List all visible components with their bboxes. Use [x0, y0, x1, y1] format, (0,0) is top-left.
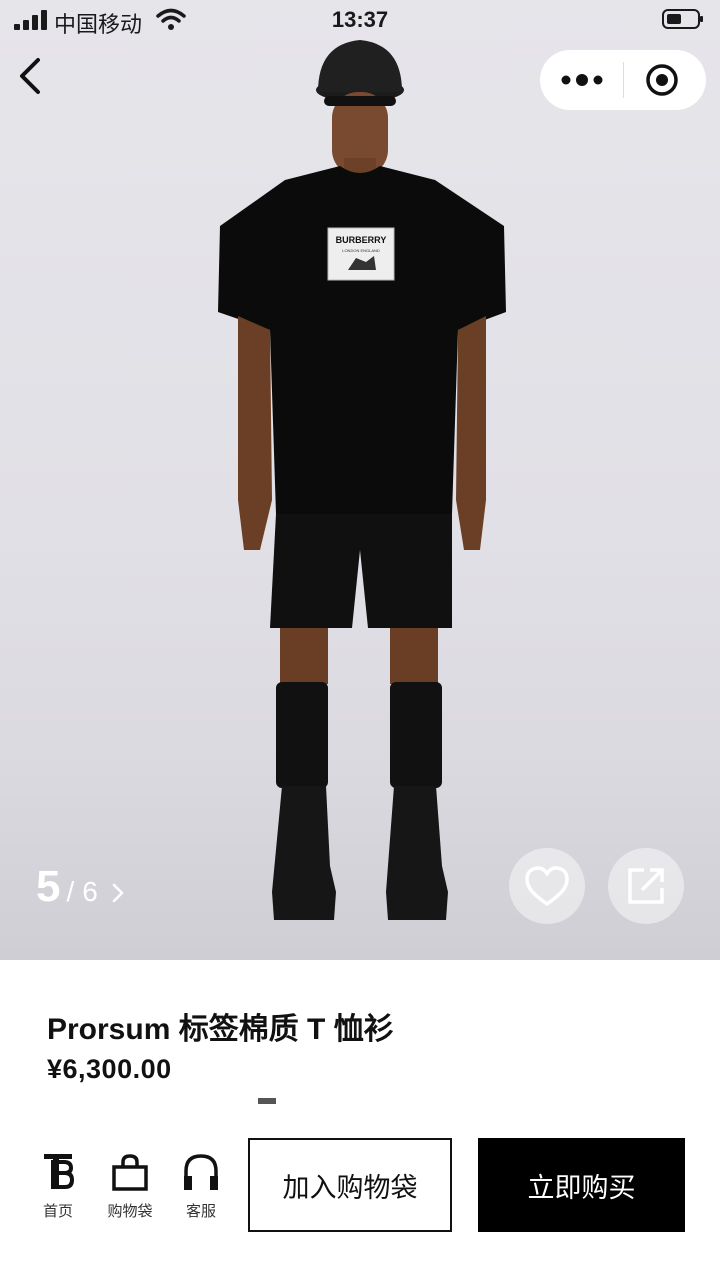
more-dots-icon[interactable] [558, 68, 606, 92]
bag-label: 购物袋 [107, 1203, 153, 1220]
mini-program-capsule [540, 50, 706, 110]
capsule-divider [623, 62, 624, 98]
target-circle-icon[interactable] [644, 62, 680, 98]
status-time: 13:37 [331, 7, 389, 32]
scroll-hint [258, 1098, 276, 1104]
battery-icon [662, 9, 703, 29]
product-price: ¥6,300.00 [47, 1054, 172, 1084]
service-tab[interactable]: 客服 [161, 1152, 241, 1221]
product-image-gallery[interactable]: BURBERRY LONDON ENGLAND 中国移动 13:37 5 / 6 [0, 0, 720, 960]
status-bar: 中国移动 13:37 [0, 0, 720, 40]
shopping-bag-icon [112, 1154, 148, 1191]
pager-current: 5 [36, 862, 61, 911]
home-label: 首页 [42, 1203, 73, 1220]
buy-now-button[interactable]: 立即购买 [478, 1138, 685, 1232]
headset-icon [184, 1154, 218, 1190]
shirt-label-sub: LONDON ENGLAND [342, 248, 380, 253]
image-pager[interactable]: 5/6 [36, 862, 125, 912]
chevron-right-icon [113, 883, 125, 903]
favorite-button[interactable] [509, 848, 585, 924]
share-button[interactable] [608, 848, 684, 924]
brand-monogram-icon [44, 1154, 74, 1189]
service-label: 客服 [185, 1203, 216, 1220]
product-title: Prorsum 标签棉质 T 恤衫 [47, 1013, 394, 1046]
back-icon[interactable] [14, 56, 50, 96]
share-icon [628, 868, 664, 904]
heart-icon [525, 866, 569, 906]
add-to-bag-button[interactable]: 加入购物袋 [248, 1138, 452, 1232]
shirt-label-brand: BURBERRY [336, 235, 387, 245]
pager-total: 6 [82, 876, 98, 907]
pager-separator: / [66, 876, 75, 907]
home-tab[interactable]: 首页 [18, 1152, 98, 1221]
bag-tab[interactable]: 购物袋 [90, 1152, 170, 1221]
product-photo: BURBERRY LONDON ENGLAND [218, 40, 506, 920]
